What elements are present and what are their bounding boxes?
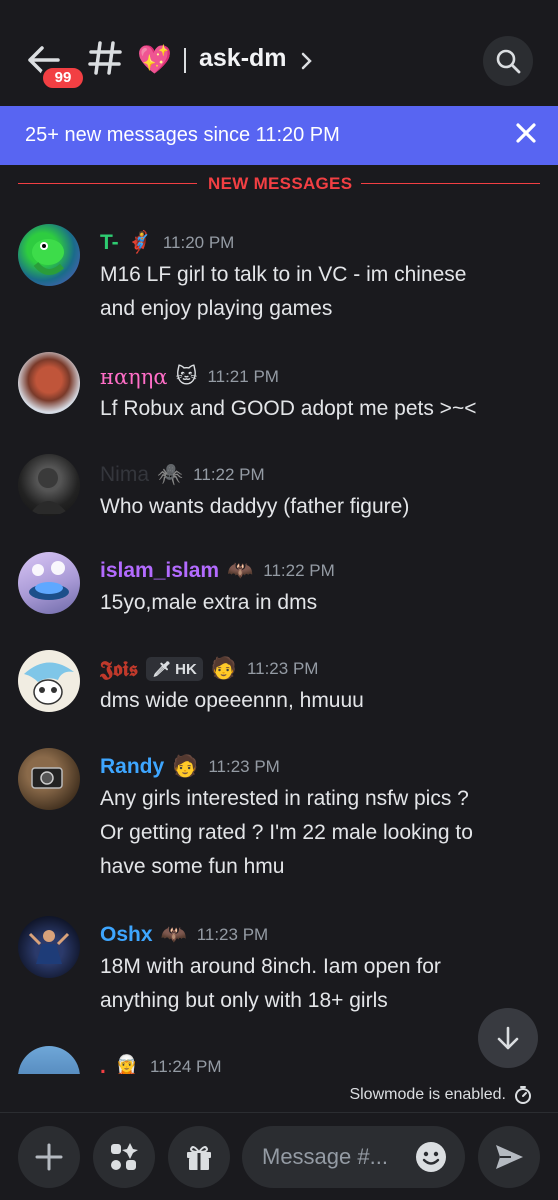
divider-label: NEW MESSAGES <box>208 174 353 193</box>
user-badge-icon: 🦇 <box>227 559 254 582</box>
jump-to-present-button[interactable] <box>478 1008 538 1068</box>
hashtag-icon <box>88 40 122 80</box>
chevron-right-icon[interactable] <box>300 50 314 72</box>
message-text-line: 15yo,male extra in dms <box>100 591 318 614</box>
stopwatch-icon <box>515 1086 531 1104</box>
message-text-line: Lf Robux and GOOD adopt me pets >~< <box>100 397 477 420</box>
user-badge-icon: 🦇 <box>160 923 187 946</box>
timestamp: 11:22 PM <box>193 465 265 484</box>
message[interactable]: 𝕵𝖔𝖎𝖘 🗡 HK 🧑 11:23 PM dms wide opeeennn, h… <box>0 650 558 730</box>
message-text-line: Or getting rated ? I'm 22 male looking t… <box>100 821 473 844</box>
message-text-line: 18M with around 8inch. Iam open for <box>100 955 441 978</box>
user-badge-icon: 🐱 <box>175 365 198 388</box>
send-icon <box>496 1145 523 1169</box>
user-badge-icon: 🦸 <box>126 231 153 254</box>
user-badge-icon: 🧑 <box>210 657 237 680</box>
banner-text: 25+ new messages since 11:20 PM <box>25 124 340 146</box>
message[interactable]: Nima 🕷️ 11:22 PM Who wants daddyy (fathe… <box>0 454 558 534</box>
timestamp: 11:24 PM <box>150 1057 222 1074</box>
timestamp: 11:21 PM <box>207 367 279 386</box>
channel-header: 99 💖 ask-dm <box>0 0 558 106</box>
message[interactable]: Oshx 🦇 11:23 PM 18M with around 8inch. I… <box>0 916 558 1026</box>
username[interactable]: Randy <box>100 755 164 779</box>
message-input[interactable]: Message #... <box>242 1126 465 1188</box>
avatar[interactable] <box>18 552 80 614</box>
sword-icon: 🗡 <box>152 661 172 678</box>
message[interactable]: islam_islam 🦇 11:22 PM 15yo,male extra i… <box>0 552 558 632</box>
apps-icon <box>111 1143 138 1170</box>
apps-button[interactable] <box>93 1126 155 1188</box>
slowmode-indicator: Slowmode is enabled. <box>349 1082 532 1108</box>
avatar[interactable] <box>18 352 80 414</box>
user-badge-icon: 🧑 <box>172 755 199 778</box>
new-messages-divider: NEW MESSAGES <box>18 172 540 196</box>
message[interactable]: T- 🦸 11:20 PM M16 LF girl to talk to in … <box>0 222 558 332</box>
message-text-line: have some fun hmu <box>100 855 285 878</box>
user-badge-icon: 🕷️ <box>157 463 184 486</box>
avatar[interactable] <box>18 916 80 978</box>
avatar[interactable] <box>18 748 80 810</box>
message-text-line: dms wide opeeennn, hmuuu <box>100 689 364 712</box>
avatar[interactable] <box>18 1046 80 1074</box>
username[interactable]: Oshx <box>100 923 153 947</box>
plus-icon <box>35 1143 63 1171</box>
timestamp: 11:23 PM <box>196 925 269 944</box>
timestamp: 11:20 PM <box>162 233 235 252</box>
message-text-line: Who wants daddyy (father figure) <box>100 495 410 518</box>
close-icon[interactable] <box>514 121 538 145</box>
search-button[interactable] <box>483 36 533 86</box>
arrow-down-icon <box>497 1026 519 1050</box>
gift-button[interactable] <box>168 1126 230 1188</box>
gift-icon <box>187 1146 211 1170</box>
add-attachment-button[interactable] <box>18 1126 80 1188</box>
timestamp: 11:22 PM <box>263 561 335 580</box>
username[interactable]: . <box>100 1055 106 1074</box>
username[interactable]: islam_islam <box>100 559 219 583</box>
timestamp: 11:23 PM <box>246 659 319 678</box>
message[interactable]: нαηηα 🐱 11:21 PM Lf Robux and GOOD adopt… <box>0 352 558 432</box>
user-badge-icon: 🧝 <box>113 1055 140 1074</box>
username[interactable]: нαηηα <box>100 365 168 389</box>
slowmode-text: Slowmode is enabled. <box>349 1086 506 1103</box>
message-text-line: Any girls interested in rating nsfw pics… <box>100 787 469 810</box>
avatar[interactable] <box>18 454 80 516</box>
message[interactable]: Randy 🧑 11:23 PM Any girls interested in… <box>0 748 558 898</box>
channel-emoji: 💖 <box>137 44 172 75</box>
send-button[interactable] <box>478 1126 540 1188</box>
header-separator <box>184 48 186 73</box>
server-tag-label: HK <box>175 660 197 678</box>
message-text-line: and enjoy playing games <box>100 297 333 320</box>
unread-badge: 99 <box>40 65 86 91</box>
username[interactable]: 𝕵𝖔𝖎𝖘 <box>100 656 138 682</box>
username[interactable]: Nima <box>100 463 149 487</box>
avatar[interactable] <box>18 650 80 712</box>
search-icon <box>496 49 521 74</box>
username[interactable]: T- <box>100 231 119 255</box>
avatar[interactable] <box>18 224 80 286</box>
server-tag[interactable]: 🗡 HK <box>146 657 203 681</box>
message-text-line: anything but only with 18+ girls <box>100 989 388 1012</box>
emoji-icon[interactable] <box>414 1140 448 1174</box>
message-text-line: M16 LF girl to talk to in VC - im chines… <box>100 263 467 286</box>
message[interactable]: . 🧝 11:24 PM <box>0 1046 558 1074</box>
message-input-placeholder: Message #... <box>262 1144 388 1169</box>
timestamp: 11:23 PM <box>208 757 280 776</box>
channel-name[interactable]: ask-dm <box>199 44 287 73</box>
new-messages-banner[interactable]: 25+ new messages since 11:20 PM <box>0 106 558 165</box>
